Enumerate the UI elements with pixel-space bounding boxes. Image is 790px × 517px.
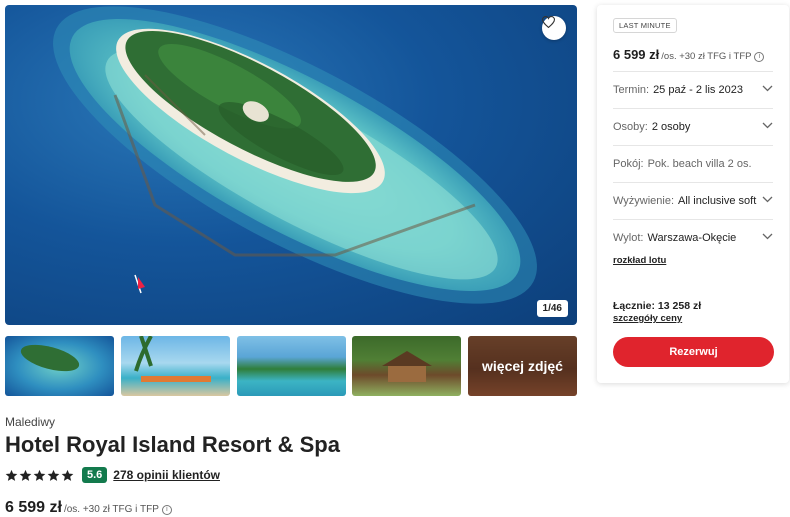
- price-amount: 6 599 zł: [5, 499, 62, 516]
- field-pokoj: Pokój: Pok. beach villa 2 os.: [613, 145, 773, 182]
- thumbnail-more[interactable]: więcej zdjęć: [468, 336, 577, 396]
- flight-schedule-link[interactable]: rozkład lotu: [613, 255, 666, 266]
- booking-card: LAST MINUTE 6 599 zł /os. +30 zł TFG i T…: [597, 5, 789, 383]
- favorite-button[interactable]: [542, 16, 566, 40]
- price-suffix-text: /os. +30 zł TFG i TFP: [63, 504, 159, 515]
- more-photos-label[interactable]: więcej zdjęć: [468, 336, 577, 396]
- price-details-link[interactable]: szczegóły ceny: [613, 313, 682, 324]
- hotel-name: Hotel Royal Island Resort & Spa: [5, 432, 340, 457]
- reviews-link[interactable]: 278 opinii klientów: [113, 468, 220, 482]
- star-icon: [19, 469, 32, 481]
- card-price-amount: 6 599 zł: [613, 47, 660, 62]
- chevron-down-icon: [762, 122, 773, 129]
- field-wylot[interactable]: Wylot: Warszawa-Okęcie: [613, 219, 773, 256]
- star-icon: [47, 469, 60, 481]
- last-minute-badge: LAST MINUTE: [613, 18, 677, 33]
- chevron-down-icon: [762, 196, 773, 203]
- field-value: 2 osoby: [651, 121, 691, 133]
- field-label: Pokój:: [613, 158, 644, 170]
- card-price-suffix: /os. +30 zł TFG i TFP i: [661, 51, 765, 62]
- star-rating: [5, 469, 74, 482]
- thumbnail-strip: więcej zdjęć: [5, 336, 577, 396]
- field-termin[interactable]: Termin: 25 paź - 2 lis 2023: [613, 71, 773, 108]
- total-price: Łącznie: 13 258 zł: [613, 300, 702, 312]
- chevron-down-icon: [762, 85, 773, 92]
- reserve-button[interactable]: Rezerwuj: [613, 337, 774, 367]
- card-price: 6 599 zł /os. +30 zł TFG i TFP i: [613, 47, 765, 62]
- field-value: All inclusive soft: [678, 195, 757, 207]
- island-aerial-image: [53, 6, 537, 304]
- score-badge: 5.6: [82, 467, 108, 483]
- field-osoby[interactable]: Osoby: 2 osoby: [613, 108, 773, 145]
- rating-row: 5.6 278 opinii klientów: [5, 466, 220, 484]
- price-suffix: /os. +30 zł TFG i TFP i: [64, 504, 172, 515]
- thumbnail-3[interactable]: [237, 336, 346, 396]
- info-icon[interactable]: i: [161, 505, 172, 515]
- heart-icon: [542, 16, 555, 28]
- field-value: 25 paź - 2 lis 2023: [653, 84, 743, 96]
- field-label: Wylot:: [613, 232, 644, 244]
- field-label: Osoby:: [613, 121, 648, 133]
- thumbnail-1[interactable]: [5, 336, 114, 396]
- hotel-price: 6 599 zł /os. +30 zł TFG i TFP i: [5, 499, 172, 517]
- main-photo[interactable]: 1/46: [5, 5, 577, 325]
- card-price-suffix-text: /os. +30 zł TFG i TFP: [661, 51, 752, 62]
- field-label: Wyżywienie:: [613, 195, 675, 207]
- star-icon: [33, 469, 46, 481]
- info-icon[interactable]: i: [754, 52, 765, 62]
- star-icon: [5, 469, 18, 481]
- field-value: Pok. beach villa 2 os.: [647, 158, 752, 170]
- field-wyzywienie[interactable]: Wyżywienie: All inclusive soft: [613, 182, 773, 219]
- thumbnail-2[interactable]: [121, 336, 230, 396]
- field-value: Warszawa-Okęcie: [647, 232, 737, 244]
- photo-counter: 1/46: [536, 300, 568, 317]
- field-label: Termin:: [613, 84, 650, 96]
- star-icon: [61, 469, 74, 481]
- thumbnail-4[interactable]: [352, 336, 461, 396]
- chevron-down-icon: [762, 233, 773, 240]
- hotel-location: Malediwy: [5, 415, 56, 429]
